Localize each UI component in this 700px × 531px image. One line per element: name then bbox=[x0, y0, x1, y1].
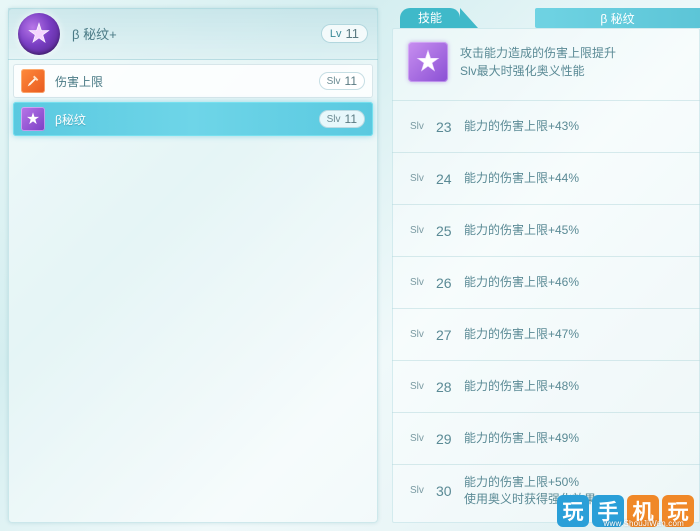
level-number: 26 bbox=[436, 275, 464, 291]
skill-row-damage-cap[interactable]: 伤害上限 Slv 11 bbox=[13, 64, 373, 98]
level-row: Slv 25 能力的伤害上限+45% bbox=[392, 204, 700, 256]
slv-label: Slv bbox=[327, 114, 341, 125]
level-number: 24 bbox=[436, 171, 464, 187]
slv-label: Slv bbox=[410, 277, 436, 288]
slv-label: Slv bbox=[410, 329, 436, 340]
skill-name: 伤害上限 bbox=[55, 73, 319, 90]
level-number: 23 bbox=[436, 119, 464, 135]
level-effect: 能力的伤害上限+47% bbox=[464, 326, 579, 343]
slv-label: Slv bbox=[410, 381, 436, 392]
slv-label: Slv bbox=[327, 76, 341, 87]
detail-header: 技能 β 秘纹 bbox=[392, 8, 700, 28]
slv-badge: Slv 11 bbox=[319, 110, 365, 128]
level-effect: 能力的伤害上限+48% bbox=[464, 378, 579, 395]
slv-value: 11 bbox=[345, 74, 357, 88]
skill-row-beta-rune[interactable]: β秘纹 Slv 11 bbox=[13, 102, 373, 136]
tab-skill[interactable]: 技能 bbox=[400, 8, 460, 28]
level-row: Slv 23 能力的伤害上限+43% bbox=[392, 100, 700, 152]
level-row: Slv 29 能力的伤害上限+49% bbox=[392, 412, 700, 464]
slv-value: 11 bbox=[345, 112, 357, 126]
level-effect: 能力的伤害上限+46% bbox=[464, 274, 579, 291]
level-number: 28 bbox=[436, 379, 464, 395]
watermark-char: 玩 bbox=[557, 495, 589, 527]
rune-star-icon bbox=[18, 13, 60, 55]
sword-icon bbox=[21, 69, 45, 93]
lv-label: Lv bbox=[330, 28, 342, 40]
effect-line: 能力的伤害上限+50% bbox=[464, 474, 596, 491]
desc-line: 攻击能力造成的伤害上限提升 bbox=[460, 44, 616, 62]
level-number: 29 bbox=[436, 431, 464, 447]
level-row: Slv 28 能力的伤害上限+48% bbox=[392, 360, 700, 412]
level-row: Slv 27 能力的伤害上限+47% bbox=[392, 308, 700, 360]
description-text: 攻击能力造成的伤害上限提升 Slv最大时强化奥义性能 bbox=[460, 44, 616, 80]
level-number: 25 bbox=[436, 223, 464, 239]
skill-list-panel: β 秘纹+ Lv 11 伤害上限 Slv 11 β秘纹 Slv 11 bbox=[8, 8, 378, 523]
skill-name: β秘纹 bbox=[55, 111, 319, 128]
detail-body[interactable]: 攻击能力造成的伤害上限提升 Slv最大时强化奥义性能 Slv 23 能力的伤害上… bbox=[392, 28, 700, 523]
skill-description: 攻击能力造成的伤害上限提升 Slv最大时强化奥义性能 bbox=[392, 28, 700, 100]
level-effect: 能力的伤害上限+45% bbox=[464, 222, 579, 239]
level-effect: 能力的伤害上限+49% bbox=[464, 430, 579, 447]
skill-detail-panel: 技能 β 秘纹 攻击能力造成的伤害上限提升 Slv最大时强化奥义性能 Slv 2… bbox=[392, 8, 700, 523]
level-effect: 能力的伤害上限+43% bbox=[464, 118, 579, 135]
slv-label: Slv bbox=[410, 225, 436, 236]
level-list: Slv 23 能力的伤害上限+43% Slv 24 能力的伤害上限+44% Sl… bbox=[392, 100, 700, 516]
level-row: Slv 26 能力的伤害上限+46% bbox=[392, 256, 700, 308]
level-badge: Lv 11 bbox=[321, 24, 368, 43]
level-number: 27 bbox=[436, 327, 464, 343]
slv-label: Slv bbox=[410, 173, 436, 184]
slv-badge: Slv 11 bbox=[319, 72, 365, 90]
star-icon bbox=[21, 107, 45, 131]
lv-value: 11 bbox=[346, 26, 360, 41]
slv-label: Slv bbox=[410, 121, 436, 132]
star-icon bbox=[408, 42, 448, 82]
skill-header: β 秘纹+ Lv 11 bbox=[8, 8, 378, 60]
level-effect: 能力的伤害上限+44% bbox=[464, 170, 579, 187]
watermark-logo: 玩 手 机 玩 www.ShouJiWan.com bbox=[557, 495, 694, 527]
skill-header-title: β 秘纹+ bbox=[72, 24, 321, 43]
watermark-url: www.ShouJiWan.com bbox=[604, 519, 684, 528]
detail-title: β 秘纹 bbox=[535, 8, 700, 28]
slv-label: Slv bbox=[410, 433, 436, 444]
desc-line: Slv最大时强化奥义性能 bbox=[460, 62, 616, 80]
slv-label: Slv bbox=[410, 485, 436, 496]
level-row: Slv 24 能力的伤害上限+44% bbox=[392, 152, 700, 204]
level-number: 30 bbox=[436, 483, 464, 499]
